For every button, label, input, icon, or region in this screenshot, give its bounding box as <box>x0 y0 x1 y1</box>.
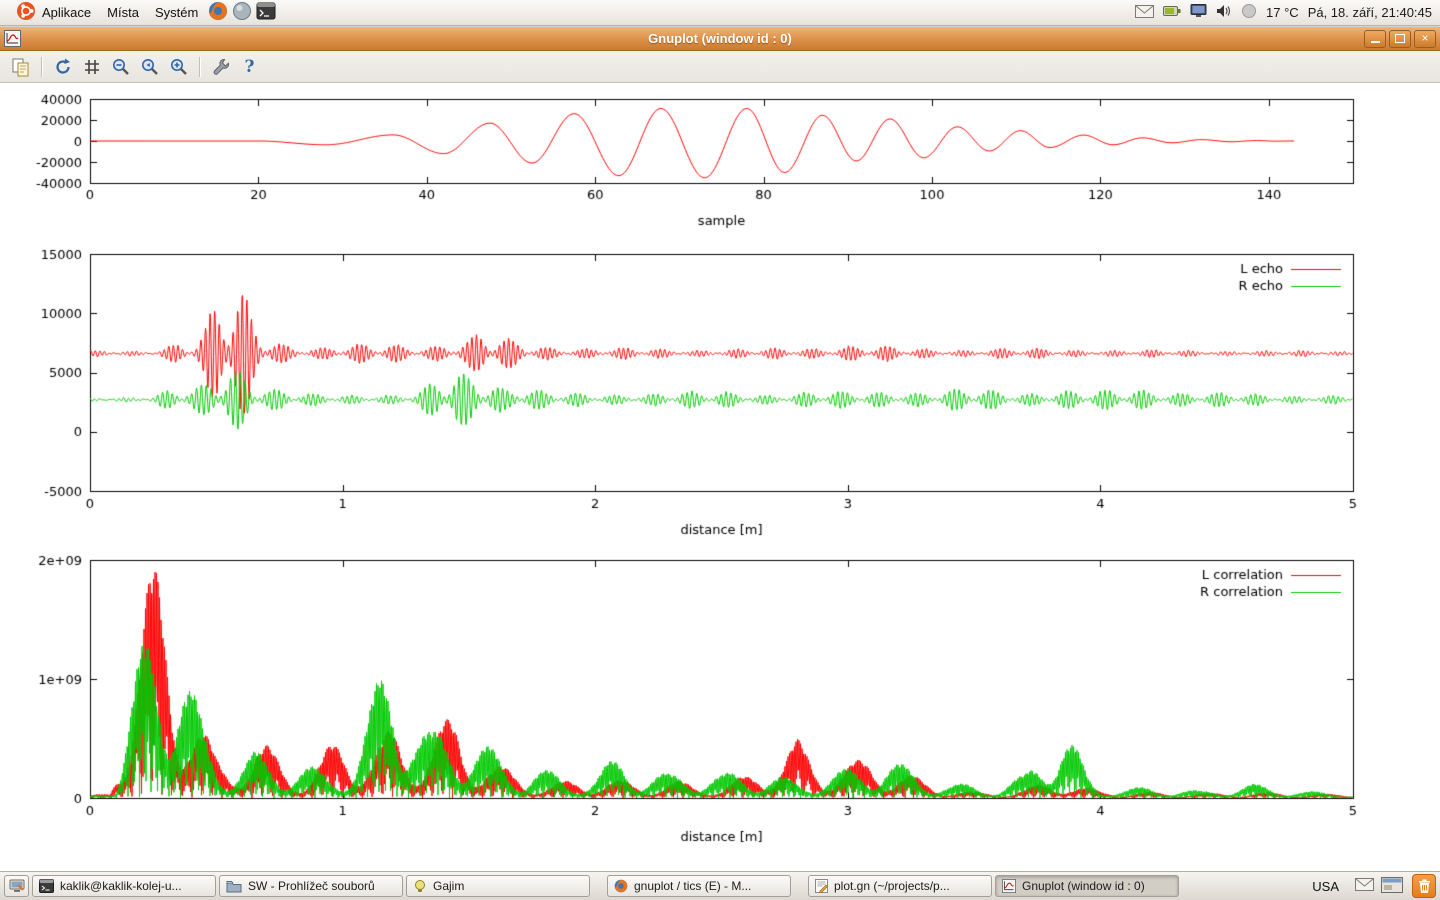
task-label: plot.gn (~/projects/p... <box>834 879 950 893</box>
zoom-previous-icon <box>140 57 160 77</box>
replot-button[interactable] <box>49 54 76 80</box>
maximize-icon <box>1395 34 1405 43</box>
ubuntu-logo-icon <box>16 1 36 24</box>
minimize-button[interactable] <box>1364 30 1386 48</box>
task-label: gnuplot / tics (E) - M... <box>634 879 751 893</box>
copy-icon <box>11 57 31 77</box>
show-desktop-icon <box>9 879 25 893</box>
close-icon: × <box>1421 31 1428 46</box>
grid-icon <box>82 57 102 77</box>
panel-tray: 17 °C Pá, 18. září, 21:40:45 <box>1135 3 1432 22</box>
task-gajim[interactable]: Gajim <box>406 875 590 897</box>
zoom-previous-button[interactable] <box>136 54 163 80</box>
toggle-grid-button[interactable] <box>78 54 105 80</box>
firefox-icon <box>614 879 628 893</box>
power-manager-icon[interactable] <box>1163 5 1181 20</box>
copy-to-clipboard-button[interactable] <box>7 54 34 80</box>
volume-icon[interactable] <box>1216 4 1232 21</box>
zoom-in-icon <box>169 57 189 77</box>
task-label: Gnuplot (window id : 0) <box>1022 879 1145 893</box>
clock[interactable]: Pá, 18. září, 21:40:45 <box>1308 5 1432 20</box>
task-plot-gn-editor[interactable]: plot.gn (~/projects/p... <box>808 875 992 897</box>
window-buttons: × <box>1364 30 1436 48</box>
folder-icon <box>226 880 242 893</box>
task-label: Gajim <box>433 879 464 893</box>
titlebar[interactable]: Gnuplot (window id : 0) × <box>0 27 1440 51</box>
applications-menu[interactable]: Aplikace <box>8 0 99 26</box>
gnuplot-window: Gnuplot (window id : 0) × <box>0 27 1440 870</box>
trash-applet[interactable] <box>1412 874 1436 898</box>
task-terminal[interactable]: kaklik@kaklik-kolej-u... <box>32 875 216 897</box>
toolbar: ? <box>0 51 1440 83</box>
display-settings-icon[interactable] <box>1190 4 1207 21</box>
places-menu[interactable]: Místa <box>99 3 147 22</box>
taskbar: kaklik@kaklik-kolej-u... SW - Prohlížeč … <box>0 871 1440 900</box>
help-launcher[interactable] <box>230 1 254 25</box>
help-button[interactable]: ? <box>236 54 263 80</box>
gajim-icon <box>413 879 427 893</box>
wrench-icon <box>211 57 231 77</box>
firefox-launcher[interactable] <box>206 1 230 25</box>
taskbar-tray <box>1355 877 1403 896</box>
toolbar-separator-2 <box>199 57 200 77</box>
system-menu-label: Systém <box>155 5 198 20</box>
replot-icon <box>53 57 73 77</box>
plot-client-area <box>0 83 1440 872</box>
zoom-out-button[interactable] <box>107 54 134 80</box>
task-gnuplot-window[interactable]: Gnuplot (window id : 0) <box>995 875 1179 897</box>
mail-notification-icon[interactable] <box>1135 5 1154 21</box>
gnuplot-window-icon <box>4 30 21 47</box>
zoom-in-button[interactable] <box>165 54 192 80</box>
close-button[interactable]: × <box>1414 30 1436 48</box>
task-label: SW - Prohlížeč souborů <box>248 879 375 893</box>
trash-icon <box>1418 879 1431 894</box>
system-menu[interactable]: Systém <box>147 3 206 22</box>
terminal-launcher[interactable] <box>254 1 278 25</box>
task-firefox-gnuplot-tics[interactable]: gnuplot / tics (E) - M... <box>607 875 791 897</box>
zoom-out-icon <box>111 57 131 77</box>
window-title: Gnuplot (window id : 0) <box>0 31 1440 46</box>
terminal-icon <box>256 2 276 23</box>
keyboard-layout-indicator[interactable]: USA <box>1303 879 1348 894</box>
top-panel: Aplikace Místa Systém <box>0 0 1440 26</box>
places-menu-label: Místa <box>107 5 139 20</box>
toolbar-separator <box>41 57 42 77</box>
maximize-button[interactable] <box>1389 30 1411 48</box>
terminal-icon <box>39 879 54 893</box>
task-file-browser[interactable]: SW - Prohlížeč souborů <box>219 875 403 897</box>
plots-canvas[interactable] <box>0 83 1440 872</box>
weather-temperature[interactable]: 17 °C <box>1266 5 1299 20</box>
weather-icon[interactable] <box>1241 3 1257 22</box>
question-mark-icon: ? <box>245 57 255 77</box>
minimize-icon <box>1371 41 1380 43</box>
settings-button[interactable] <box>207 54 234 80</box>
mail-icon[interactable] <box>1355 878 1374 894</box>
help-icon <box>232 1 252 24</box>
text-editor-icon <box>815 879 828 893</box>
show-desktop-button[interactable] <box>4 875 29 897</box>
gnuplot-icon <box>1002 879 1016 893</box>
firefox-icon <box>208 1 228 24</box>
task-label: kaklik@kaklik-kolej-u... <box>60 879 182 893</box>
applications-menu-label: Aplikace <box>42 5 91 20</box>
workspace-switcher[interactable] <box>1381 877 1403 896</box>
